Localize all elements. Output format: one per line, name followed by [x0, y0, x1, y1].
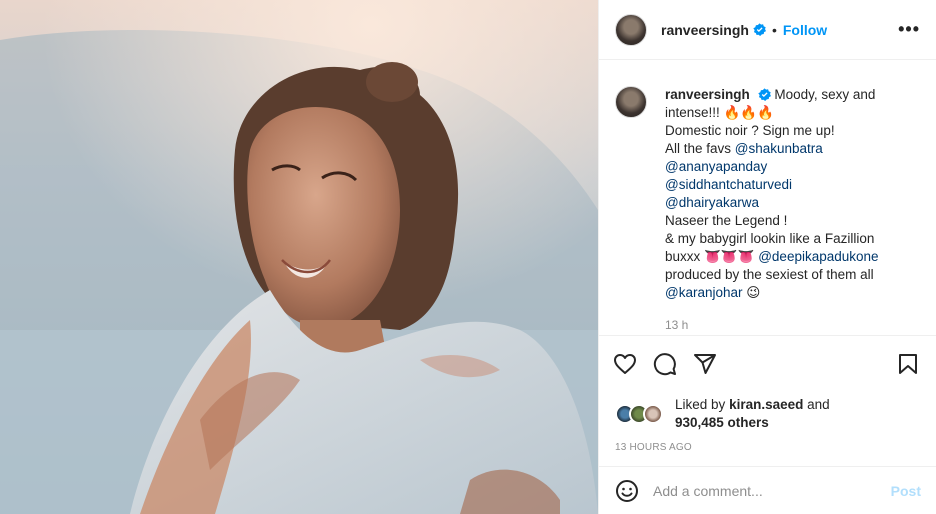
caption-time[interactable]: 13 h — [665, 316, 879, 334]
mention-link[interactable]: @karanjohar — [665, 285, 743, 300]
caption-text: intense!!! 🔥🔥🔥 — [665, 105, 774, 120]
liked-by-and: and — [807, 397, 830, 412]
bookmark-icon[interactable] — [896, 352, 920, 376]
post-comment-button[interactable]: Post — [891, 483, 921, 499]
mention-link[interactable]: @siddhantchaturvedi — [665, 176, 879, 194]
post-photo-image — [0, 0, 598, 514]
post-header: ranveersingh • Follow ••• — [599, 0, 936, 60]
paper-plane-icon[interactable] — [693, 352, 717, 376]
caption-body: ranveersingh Moody, sexy and intense!!! … — [665, 86, 879, 335]
comment-input[interactable] — [653, 482, 891, 499]
caption-text: buxxx 👅👅👅 — [665, 249, 755, 264]
verified-badge-icon — [757, 88, 771, 101]
liker-avatar — [643, 404, 663, 424]
comment-bar: Post — [599, 466, 936, 514]
separator-dot: • — [771, 21, 777, 38]
mention-link[interactable]: @ananyapanday — [665, 158, 879, 176]
liked-by-text: Liked by kiran.saeed and 930,485 others — [675, 396, 830, 432]
caption-text: produced by the sexiest of them all — [665, 267, 874, 282]
author-username[interactable]: ranveersingh — [661, 22, 749, 38]
post-photo[interactable] — [0, 0, 598, 514]
caption-text: Moody, sexy and — [774, 87, 876, 102]
caption-username[interactable]: ranveersingh — [665, 87, 750, 102]
wink-emoji: 😉 — [746, 285, 761, 300]
liked-by-user[interactable]: kiran.saeed — [729, 397, 803, 412]
author-avatar[interactable] — [615, 13, 647, 46]
liked-by-prefix: Liked by — [675, 397, 726, 412]
caption-text: & my babygirl lookin like a Fazillion — [665, 231, 875, 246]
likes-row: Liked by kiran.saeed and 930,485 others — [599, 392, 936, 436]
mention-link[interactable]: @dhairyakarwa — [665, 194, 879, 212]
post-timestamp[interactable]: 13 HOURS AGO — [599, 442, 936, 453]
mention-link[interactable]: @deepikapadukone — [758, 249, 878, 264]
smiley-icon[interactable] — [615, 479, 639, 503]
mention-link[interactable]: @shakunbatra — [735, 141, 823, 156]
caption-text: Naseer the Legend ! — [665, 213, 788, 228]
comment-icon[interactable] — [653, 352, 677, 376]
heart-icon[interactable] — [613, 352, 637, 376]
likes-count[interactable]: 930,485 others — [675, 415, 769, 430]
liker-avatars[interactable] — [615, 403, 667, 425]
caption-text: All the favs — [665, 141, 732, 156]
post-caption: ranveersingh Moody, sexy and intense!!! … — [599, 60, 936, 336]
more-options-icon[interactable]: ••• — [898, 19, 920, 40]
follow-button[interactable]: Follow — [783, 22, 827, 38]
post-side-panel: ranveersingh • Follow ••• ranveersingh M… — [598, 0, 936, 514]
verified-badge-icon — [753, 23, 766, 36]
action-bar — [599, 336, 936, 392]
caption-author-avatar[interactable] — [615, 86, 647, 118]
caption-text: Domestic noir ? Sign me up! — [665, 123, 835, 138]
